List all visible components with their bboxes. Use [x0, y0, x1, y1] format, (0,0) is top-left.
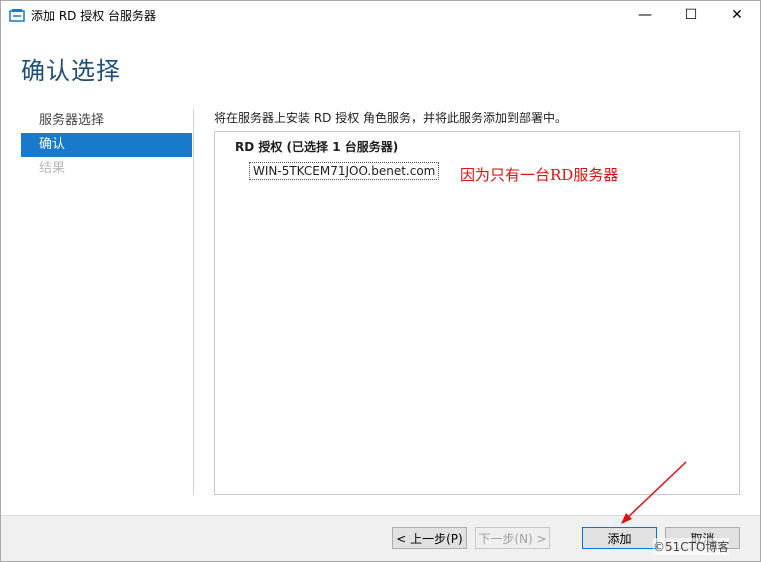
server-name: WIN-5TKCEM71JOO.benet.com — [249, 162, 440, 180]
nav-divider — [193, 109, 194, 495]
add-rd-licensing-window: 添加 RD 授权 台服务器 — ☐ ✕ 确认选择 服务器选择 确认 结果 将在服… — [0, 0, 761, 562]
next-button: 下一步(N) > — [475, 527, 550, 549]
previous-button[interactable]: < 上一步(P) — [392, 527, 467, 549]
selection-summary-box: RD 授权 (已选择 1 台服务器) WIN-5TKCEM71JOO.benet… — [214, 131, 740, 495]
role-title: RD 授权 (已选择 1 台服务器) — [235, 140, 399, 154]
page-title: 确认选择 — [21, 57, 121, 85]
watermark: ©51CTO博客 — [653, 538, 730, 555]
wizard-nav: 服务器选择 确认 结果 — [21, 109, 192, 181]
close-button[interactable]: ✕ — [714, 1, 760, 29]
wizard-footer: < 上一步(P) 下一步(N) > 添加 取消 — [1, 515, 760, 561]
nav-item-server-selection[interactable]: 服务器选择 — [21, 109, 192, 133]
annotation-text: 因为只有一台RD服务器 — [460, 166, 619, 184]
add-button[interactable]: 添加 — [582, 527, 657, 549]
title-bar[interactable]: 添加 RD 授权 台服务器 — ☐ ✕ — [1, 1, 760, 29]
server-manager-icon — [9, 9, 25, 22]
nav-item-results: 结果 — [39, 161, 66, 176]
maximize-button[interactable]: ☐ — [668, 1, 714, 29]
nav-item-confirmation[interactable]: 确认 — [21, 133, 192, 157]
intro-text: 将在服务器上安装 RD 授权 角色服务，并将此服务添加到部署中。 — [214, 111, 568, 125]
window-title: 添加 RD 授权 台服务器 — [31, 9, 157, 23]
minimize-button[interactable]: — — [622, 1, 668, 29]
